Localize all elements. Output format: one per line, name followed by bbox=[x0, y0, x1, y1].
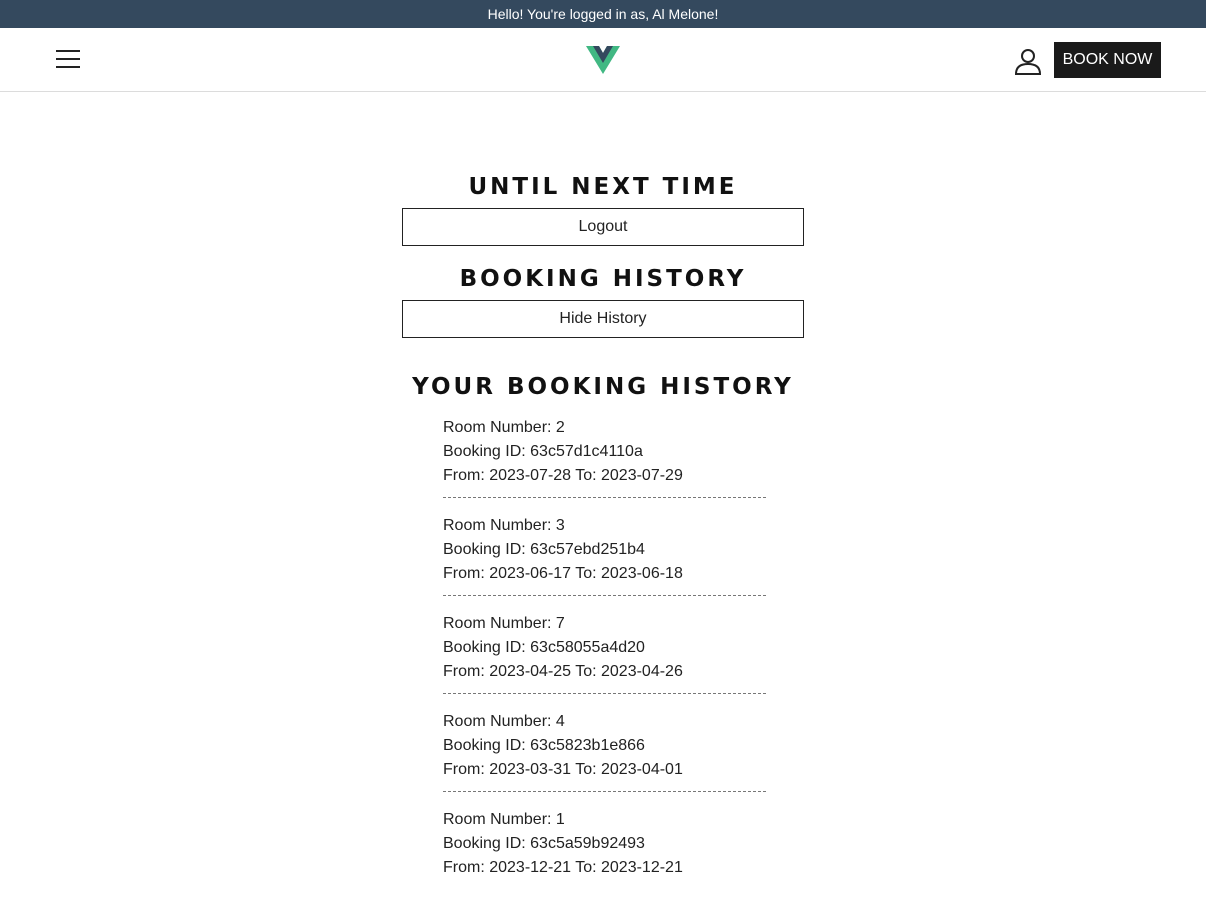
booking-id: Booking ID: 63c57ebd251b4 bbox=[443, 541, 645, 558]
booking-item: Room Number: 7 Booking ID: 63c58055a4d20… bbox=[443, 612, 766, 710]
booking-history-list: Room Number: 2 Booking ID: 63c57d1c4110a… bbox=[443, 416, 766, 906]
booking-divider bbox=[443, 595, 766, 596]
vue-logo-icon[interactable] bbox=[586, 46, 620, 74]
booking-divider bbox=[443, 693, 766, 694]
booking-room-number: Room Number: 3 bbox=[443, 517, 565, 534]
booking-divider bbox=[443, 497, 766, 498]
hide-history-button[interactable]: Hide History bbox=[402, 300, 804, 338]
book-now-button[interactable]: BOOK NOW bbox=[1054, 42, 1161, 78]
booking-id: Booking ID: 63c5a59b92493 bbox=[443, 835, 645, 852]
user-account-icon[interactable] bbox=[1013, 48, 1043, 76]
hamburger-menu-icon[interactable] bbox=[56, 50, 80, 68]
booking-dates: From: 2023-03-31 To: 2023-04-01 bbox=[443, 761, 683, 778]
site-header: BOOK NOW bbox=[0, 28, 1206, 92]
booking-room-number: Room Number: 4 bbox=[443, 713, 565, 730]
booking-room-number: Room Number: 7 bbox=[443, 615, 565, 632]
booking-id: Booking ID: 63c58055a4d20 bbox=[443, 639, 645, 656]
booking-item: Room Number: 2 Booking ID: 63c57d1c4110a… bbox=[443, 416, 766, 514]
booking-dates: From: 2023-06-17 To: 2023-06-18 bbox=[443, 565, 683, 582]
booking-room-number: Room Number: 1 bbox=[443, 811, 565, 828]
login-banner: Hello! You're logged in as, Al Melone! bbox=[0, 0, 1206, 28]
booking-id: Booking ID: 63c5823b1e866 bbox=[443, 737, 645, 754]
logout-button[interactable]: Logout bbox=[402, 208, 804, 246]
booking-divider bbox=[443, 791, 766, 792]
your-booking-history-heading: YOUR BOOKING HISTORY bbox=[412, 374, 794, 400]
booking-dates: From: 2023-04-25 To: 2023-04-26 bbox=[443, 663, 683, 680]
booking-item: Room Number: 3 Booking ID: 63c57ebd251b4… bbox=[443, 514, 766, 612]
booking-id: Booking ID: 63c57d1c4110a bbox=[443, 443, 643, 460]
booking-dates: From: 2023-12-21 To: 2023-12-21 bbox=[443, 859, 683, 876]
booking-room-number: Room Number: 2 bbox=[443, 419, 565, 436]
login-banner-text: Hello! You're logged in as, Al Melone! bbox=[487, 6, 719, 22]
booking-dates: From: 2023-07-28 To: 2023-07-29 bbox=[443, 467, 683, 484]
booking-item: Room Number: 4 Booking ID: 63c5823b1e866… bbox=[443, 710, 766, 808]
booking-item: Room Number: 1 Booking ID: 63c5a59b92493… bbox=[443, 808, 766, 906]
booking-history-heading: BOOKING HISTORY bbox=[459, 266, 747, 292]
until-next-time-heading: UNTIL NEXT TIME bbox=[468, 174, 738, 200]
